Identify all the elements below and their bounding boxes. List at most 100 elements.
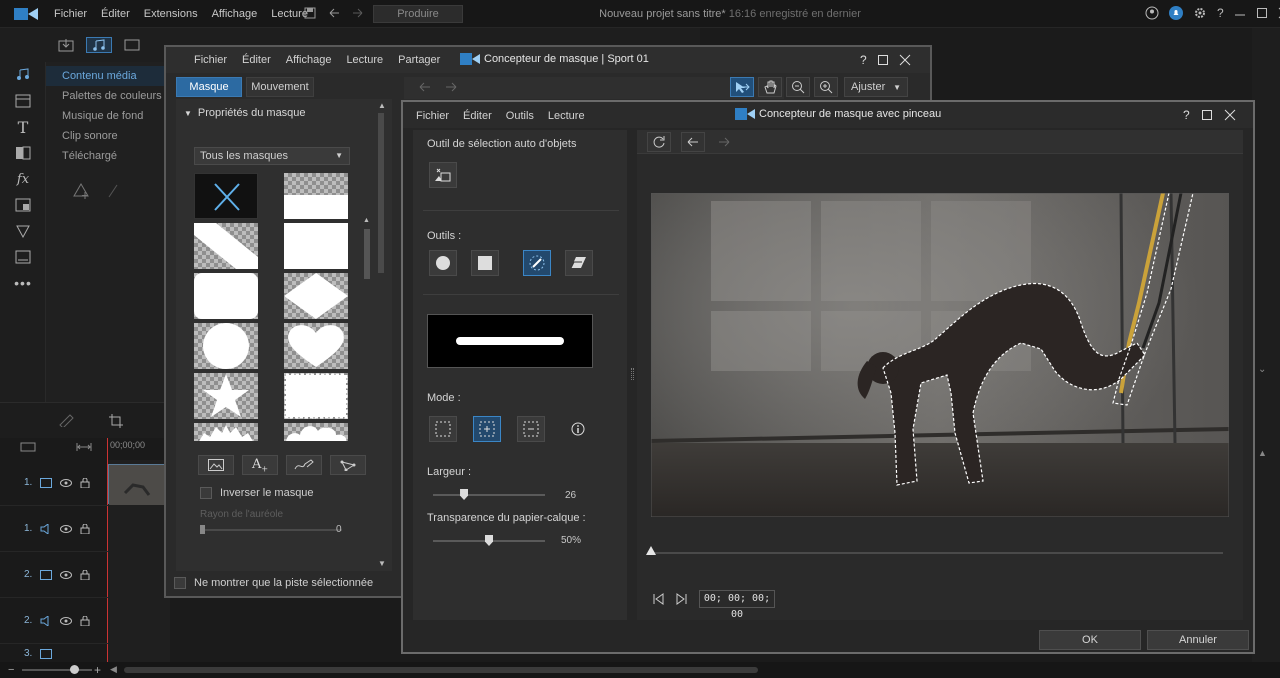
lock-icon[interactable] — [80, 569, 90, 580]
media-room-icon[interactable] — [0, 62, 46, 88]
minimize-icon[interactable] — [1234, 7, 1246, 19]
zoom-slider-thumb[interactable] — [70, 665, 79, 674]
bd-close-icon[interactable] — [1224, 109, 1236, 121]
md-menu-fichier[interactable]: Fichier — [194, 54, 227, 66]
import-image-mask-button[interactable] — [198, 455, 234, 475]
menu-editer[interactable]: Éditer — [101, 8, 130, 20]
produce-button[interactable]: Produire — [373, 5, 463, 23]
width-slider-thumb[interactable] — [460, 489, 469, 500]
mask-thumb-star[interactable] — [194, 373, 258, 419]
tab-mouvement[interactable]: Mouvement — [246, 77, 314, 97]
text-mask-button[interactable]: A+ — [242, 455, 278, 475]
title-room-icon[interactable]: T — [0, 114, 46, 140]
zoom-out-icon[interactable]: − — [8, 664, 14, 676]
mode-add-button[interactable] — [473, 416, 501, 442]
mask-thumb-heart[interactable] — [284, 323, 348, 369]
zoom-in-tool-icon[interactable] — [814, 77, 838, 97]
mode-subtract-button[interactable] — [517, 416, 545, 442]
md-redo-icon[interactable] — [444, 80, 458, 94]
ok-button[interactable]: OK — [1039, 630, 1141, 650]
mask-thumb-rectangle[interactable] — [284, 223, 348, 269]
library-item-color-boards[interactable]: Palettes de couleurs — [46, 86, 166, 106]
mode-replace-button[interactable] — [429, 416, 457, 442]
md-maximize-icon[interactable] — [877, 54, 889, 66]
eye-icon[interactable] — [60, 570, 73, 579]
cancel-button[interactable]: Annuler — [1147, 630, 1249, 650]
notification-icon[interactable] — [1169, 6, 1183, 20]
md-menu-editer[interactable]: Éditer — [242, 54, 271, 66]
redo-icon[interactable] — [352, 7, 364, 19]
particle-room-icon[interactable] — [0, 218, 46, 244]
remove-from-library-icon[interactable] — [104, 182, 122, 200]
mask-thumb-cloud[interactable] — [284, 423, 348, 441]
video-track-3[interactable]: 3. — [0, 644, 108, 664]
eye-icon[interactable] — [60, 616, 73, 625]
track-manager-icon[interactable] — [20, 442, 36, 452]
md-close-icon[interactable] — [899, 54, 911, 66]
pip-room-icon[interactable] — [0, 192, 46, 218]
menu-lecture[interactable]: Lecture — [271, 8, 308, 20]
scroll-left-icon[interactable]: ◀ — [110, 664, 117, 675]
info-icon[interactable] — [571, 422, 585, 436]
path-mask-button[interactable] — [330, 455, 366, 475]
save-icon[interactable] — [304, 7, 316, 19]
maximize-icon[interactable] — [1256, 7, 1268, 19]
hand-tool-icon[interactable] — [758, 77, 782, 97]
video-track-2[interactable]: 2. — [0, 552, 108, 598]
fit-timeline-icon[interactable] — [76, 442, 92, 452]
mask-grid-scrollbar[interactable]: ▲ — [363, 217, 370, 429]
bd-redo-icon[interactable] — [717, 135, 731, 149]
show-selected-track-checkbox[interactable] — [174, 577, 186, 589]
panel-scroll-up-icon[interactable]: ▲ — [378, 101, 386, 110]
scrub-thumb[interactable] — [646, 546, 656, 555]
mask-thumb-diamond[interactable] — [284, 273, 348, 319]
effects-room-icon[interactable]: fx — [0, 166, 46, 192]
bd-menu-lecture[interactable]: Lecture — [548, 110, 585, 122]
scroll-up-icon[interactable]: ▲ — [1258, 448, 1267, 458]
bd-menu-editer[interactable]: Éditer — [463, 110, 492, 122]
zoom-fit-dropdown[interactable]: Ajuster ▼ — [844, 77, 908, 97]
crop-icon[interactable] — [108, 413, 124, 429]
library-item-downloaded[interactable]: Téléchargé — [46, 146, 166, 166]
tracing-slider[interactable] — [433, 535, 545, 546]
invert-mask-checkbox[interactable] — [200, 487, 212, 499]
menu-fichier[interactable]: Fichier — [54, 8, 87, 20]
eraser-button[interactable] — [565, 250, 593, 276]
lock-icon[interactable] — [80, 615, 90, 626]
mask-thumb-stamp[interactable] — [284, 373, 348, 419]
square-brush-button[interactable] — [471, 250, 499, 276]
mask-thumb-diagonal[interactable] — [194, 223, 258, 269]
mask-filter-dropdown[interactable]: Tous les masques ▼ — [194, 147, 350, 165]
library-item-media[interactable]: Contenu média — [46, 66, 166, 86]
panel-scrollbar[interactable] — [378, 113, 384, 273]
brush-mask-button[interactable] — [286, 455, 322, 475]
halo-radius-thumb[interactable] — [200, 525, 205, 534]
menu-extensions[interactable]: Extensions — [144, 8, 198, 20]
auto-object-select-button[interactable] — [429, 162, 457, 188]
preview-scrub-bar[interactable] — [646, 546, 1223, 555]
mask-thumb-rounded-rect[interactable] — [194, 273, 258, 319]
more-rooms-icon[interactable]: ••• — [0, 270, 46, 296]
transition-room-icon[interactable] — [0, 140, 46, 166]
media-filter-video-icon[interactable] — [124, 39, 140, 51]
add-to-library-icon[interactable] — [72, 182, 90, 200]
lock-icon[interactable] — [80, 477, 90, 488]
library-item-background-music[interactable]: Musique de fond — [46, 106, 166, 126]
subtitle-room-icon[interactable] — [0, 244, 46, 270]
mask-thumb-bar-bottom[interactable] — [284, 173, 348, 219]
md-menu-affichage[interactable]: Affichage — [286, 54, 332, 66]
md-undo-icon[interactable] — [418, 80, 432, 94]
select-tool-icon[interactable] — [730, 77, 754, 97]
tab-masque[interactable]: Masque — [176, 77, 242, 97]
audio-track-1[interactable]: 1. — [0, 506, 108, 552]
bd-help-icon[interactable]: ? — [1183, 108, 1190, 122]
media-filter-audio-icon[interactable] — [86, 37, 112, 53]
account-icon[interactable] — [1145, 6, 1159, 20]
mask-properties-header[interactable]: ▼ Propriétés du masque — [184, 107, 306, 119]
eye-icon[interactable] — [60, 478, 73, 487]
chevron-down-icon[interactable]: ⌄ — [1258, 364, 1266, 375]
round-brush-button[interactable] — [429, 250, 457, 276]
library-item-sound-clips[interactable]: Clip sonore — [46, 126, 166, 146]
next-frame-icon[interactable] — [675, 592, 689, 606]
invert-mask-row[interactable]: Inverser le masque — [200, 487, 314, 499]
